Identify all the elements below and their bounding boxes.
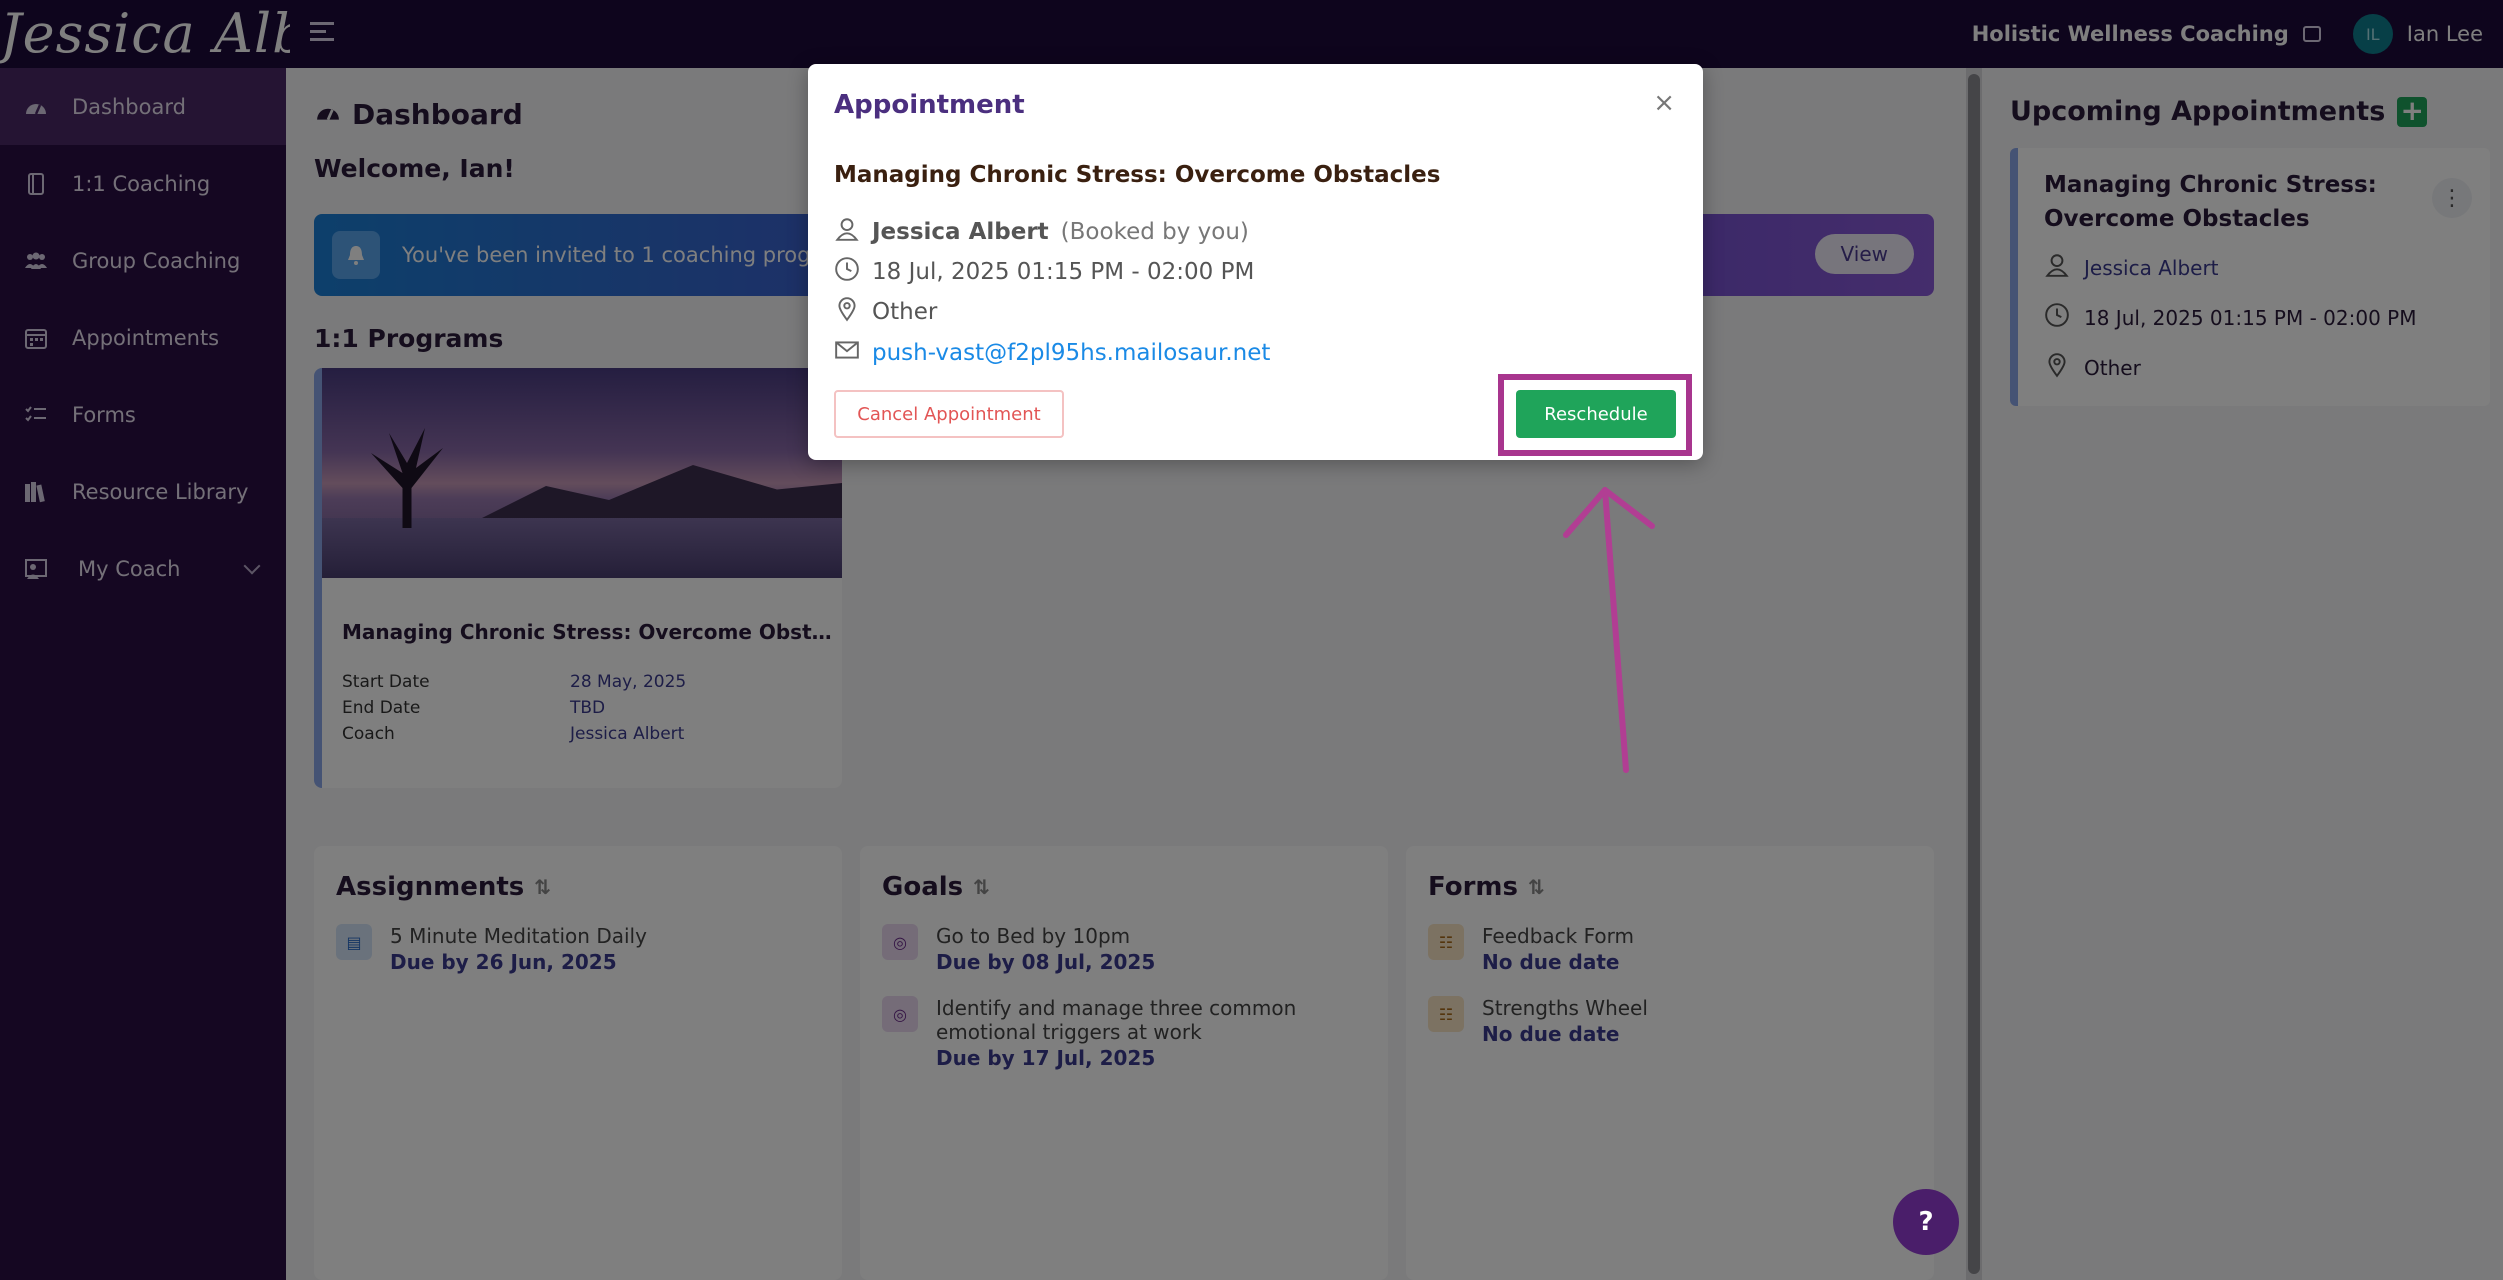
- annotation-arrow-icon: [1563, 487, 1655, 773]
- clock-icon: [834, 256, 860, 288]
- booked-note: (Booked by you): [1060, 219, 1249, 245]
- close-icon[interactable]: ×: [1653, 88, 1675, 118]
- time-row: 18 Jul, 2025 01:15 PM - 02:00 PM: [834, 256, 1254, 288]
- modal-title: Appointment: [834, 90, 1025, 120]
- email-row: push-vast@f2pl95hs.mailosaur.net: [834, 337, 1270, 369]
- highlight-box: [1498, 374, 1692, 456]
- appointment-time: 18 Jul, 2025 01:15 PM - 02:00 PM: [872, 259, 1255, 285]
- user-icon: [834, 216, 860, 248]
- appointment-location: Other: [872, 299, 938, 325]
- mail-icon: [834, 337, 860, 369]
- cancel-appointment-button[interactable]: Cancel Appointment: [834, 390, 1064, 438]
- email-link[interactable]: push-vast@f2pl95hs.mailosaur.net: [872, 340, 1270, 366]
- location-row: Other: [834, 296, 937, 328]
- event-name: Managing Chronic Stress: Overcome Obstac…: [834, 162, 1441, 188]
- coach-name: Jessica Albert: [872, 219, 1049, 245]
- help-button[interactable]: ?: [1893, 1189, 1959, 1255]
- location-pin-icon: [834, 296, 860, 328]
- coach-row: Jessica Albert (Booked by you): [834, 216, 1249, 248]
